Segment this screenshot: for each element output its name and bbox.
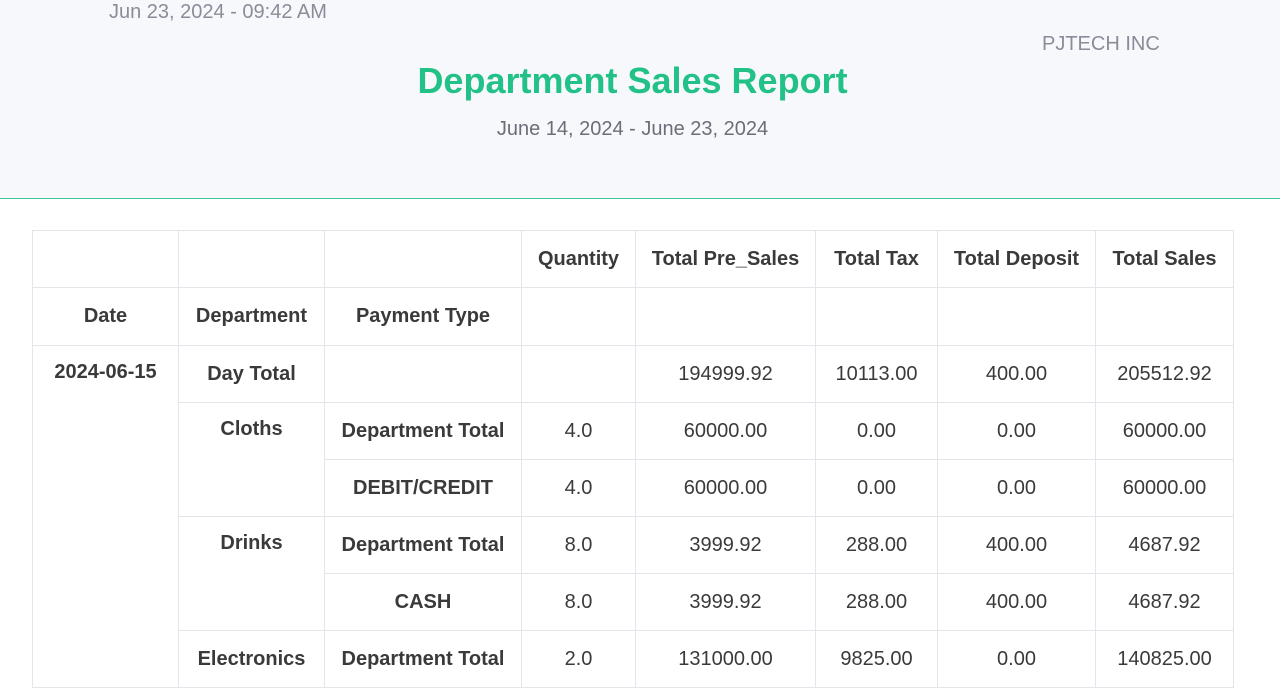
day-payment-type (324, 345, 522, 403)
header-payment-type: Payment Type (324, 287, 522, 346)
day-total-row: 2024-06-15 Day Total 194999.92 10113.00 … (32, 345, 1234, 688)
payment-type-cell: Department Total (324, 402, 522, 460)
report-date-range: June 14, 2024 - June 23, 2024 (496, 118, 769, 140)
sales-cell: 140825.00 (1095, 630, 1234, 688)
day-pre-sales: 194999.92 (635, 345, 816, 403)
sales-cell: 60000.00 (1095, 459, 1234, 517)
pre-sales-cell: 60000.00 (635, 459, 816, 517)
header-total-tax: Total Tax (815, 230, 938, 288)
header-total-deposit: Total Deposit (937, 230, 1096, 288)
sales-table: Quantity Total Pre_Sales Total Tax Total… (32, 230, 1234, 688)
header-empty-quantity (521, 287, 636, 346)
tax-cell: 0.00 (815, 459, 938, 517)
header-department: Department (178, 287, 325, 346)
payment-type-cell: DEBIT/CREDIT (324, 459, 522, 517)
header-empty-deposit (937, 287, 1096, 346)
quantity-cell: 2.0 (521, 630, 636, 688)
day-tax: 10113.00 (815, 345, 938, 403)
payment-type-cell: CASH (324, 573, 522, 631)
table-row: Drinks Department Total 8.0 3999.92 288.… (33, 516, 1234, 631)
date-cell: 2024-06-15 (32, 345, 179, 688)
day-deposit: 400.00 (937, 345, 1096, 403)
table-row: Electronics Department Total 2.0 131000.… (33, 630, 1234, 688)
day-quantity (521, 345, 636, 403)
header-total-sales: Total Sales (1095, 230, 1234, 288)
report-title: Department Sales Report (417, 60, 848, 101)
header-empty-sales (1095, 287, 1234, 346)
tax-cell: 288.00 (815, 573, 938, 631)
header-empty-date (32, 230, 179, 288)
pre-sales-cell: 3999.92 (635, 573, 816, 631)
deposit-cell: 0.00 (937, 459, 1096, 517)
header-row-metrics: Quantity Total Pre_Sales Total Tax Total… (32, 230, 1234, 288)
deposit-cell: 0.00 (937, 630, 1096, 688)
company-name: PJTECH INC (1042, 33, 1160, 55)
sales-cell: 60000.00 (1095, 402, 1234, 460)
header-total-pre-sales: Total Pre_Sales (635, 230, 816, 288)
quantity-cell: 4.0 (521, 459, 636, 517)
sales-cell: 4687.92 (1095, 573, 1234, 631)
header-row-dimensions: Date Department Payment Type (32, 287, 1234, 346)
header-date: Date (32, 287, 179, 346)
quantity-cell: 4.0 (521, 402, 636, 460)
table-row: Cloths Department Total 4.0 60000.00 0.0… (33, 402, 1234, 517)
deposit-cell: 400.00 (937, 573, 1096, 631)
pre-sales-cell: 60000.00 (635, 402, 816, 460)
header-quantity: Quantity (521, 230, 636, 288)
pre-sales-cell: 3999.92 (635, 516, 816, 574)
deposit-cell: 400.00 (937, 516, 1096, 574)
header-empty-tax (815, 287, 938, 346)
day-total-label: Day Total (178, 345, 325, 403)
payment-type-cell: Department Total (324, 630, 522, 688)
pre-sales-cell: 131000.00 (635, 630, 816, 688)
quantity-cell: 8.0 (521, 516, 636, 574)
department-cell: Electronics (178, 630, 325, 688)
department-cell: Cloths (178, 402, 325, 517)
header-empty-payment (324, 230, 522, 288)
tax-cell: 288.00 (815, 516, 938, 574)
tax-cell: 9825.00 (815, 630, 938, 688)
quantity-cell: 8.0 (521, 573, 636, 631)
header-empty-pre-sales (635, 287, 816, 346)
deposit-cell: 0.00 (937, 402, 1096, 460)
tax-cell: 0.00 (815, 402, 938, 460)
header-empty-department (178, 230, 325, 288)
report-timestamp: Jun 23, 2024 - 09:42 AM (109, 1, 327, 23)
report-header: Jun 23, 2024 - 09:42 AM PJTECH INC Depar… (0, 0, 1280, 199)
department-cell: Drinks (178, 516, 325, 631)
payment-type-cell: Department Total (324, 516, 522, 574)
sales-cell: 4687.92 (1095, 516, 1234, 574)
day-sales: 205512.92 (1095, 345, 1234, 403)
